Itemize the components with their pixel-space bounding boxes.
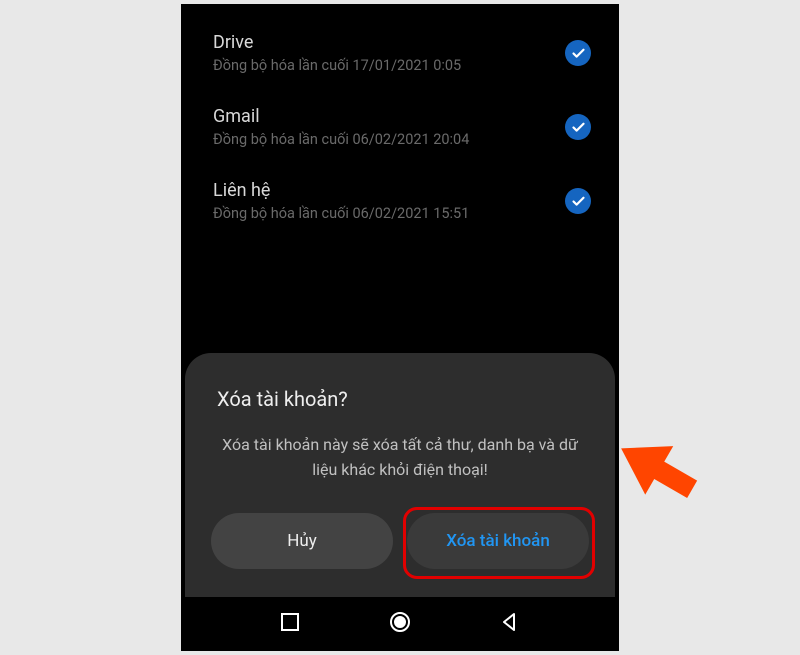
arrow-annotation-icon <box>610 420 710 510</box>
sync-subtitle: Đồng bộ hóa lần cuối 06/02/2021 20:04 <box>213 131 565 148</box>
home-button[interactable] <box>380 602 420 642</box>
dialog-title: Xóa tài khoản? <box>217 387 589 411</box>
sync-subtitle: Đồng bộ hóa lần cuối 06/02/2021 15:51 <box>213 205 565 222</box>
sync-title: Liên hệ <box>213 180 565 201</box>
sync-title: Drive <box>213 32 565 53</box>
sync-info: Drive Đồng bộ hóa lần cuối 17/01/2021 0:… <box>213 32 565 74</box>
sync-title: Gmail <box>213 106 565 127</box>
sync-item-drive[interactable]: Drive Đồng bộ hóa lần cuối 17/01/2021 0:… <box>185 16 615 90</box>
sync-subtitle: Đồng bộ hóa lần cuối 17/01/2021 0:05 <box>213 57 565 74</box>
remove-account-dialog: Xóa tài khoản? Xóa tài khoản này sẽ xóa … <box>185 353 615 597</box>
back-button[interactable] <box>490 602 530 642</box>
sync-info: Gmail Đồng bộ hóa lần cuối 06/02/2021 20… <box>213 106 565 148</box>
check-icon[interactable] <box>565 114 591 140</box>
check-icon[interactable] <box>565 188 591 214</box>
phone-screen: Drive Đồng bộ hóa lần cuối 17/01/2021 0:… <box>185 8 615 647</box>
confirm-remove-button[interactable]: Xóa tài khoản <box>407 513 589 569</box>
recent-apps-button[interactable] <box>270 602 310 642</box>
sync-item-contacts[interactable]: Liên hệ Đồng bộ hóa lần cuối 06/02/2021 … <box>185 164 615 238</box>
check-icon[interactable] <box>565 40 591 66</box>
navigation-bar <box>185 597 615 647</box>
sync-info: Liên hệ Đồng bộ hóa lần cuối 06/02/2021 … <box>213 180 565 222</box>
phone-frame: Drive Đồng bộ hóa lần cuối 17/01/2021 0:… <box>181 4 619 651</box>
sync-item-gmail[interactable]: Gmail Đồng bộ hóa lần cuối 06/02/2021 20… <box>185 90 615 164</box>
cancel-button[interactable]: Hủy <box>211 513 393 569</box>
dialog-buttons: Hủy Xóa tài khoản <box>211 513 589 569</box>
dialog-message: Xóa tài khoản này sẽ xóa tất cả thư, dan… <box>211 433 589 483</box>
dialog-overlay: Xóa tài khoản? Xóa tài khoản này sẽ xóa … <box>185 353 615 597</box>
